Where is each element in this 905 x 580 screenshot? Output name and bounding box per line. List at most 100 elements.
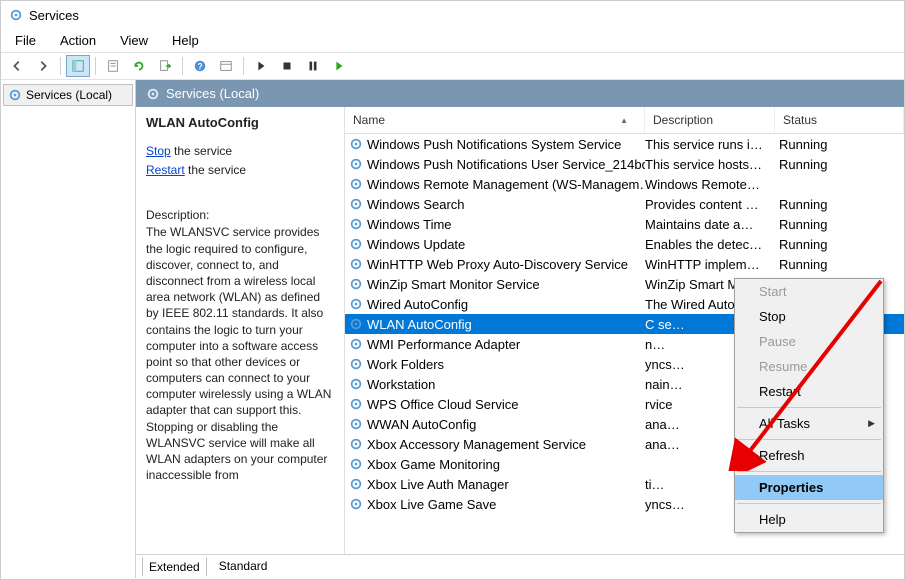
service-desc-cell: Windows Remote… [645,177,775,192]
service-name-cell: Xbox Live Game Save [345,497,645,512]
ctx-all-tasks[interactable]: All Tasks ▶ [735,411,883,436]
service-status-cell: Running [775,197,904,212]
services-icon [146,87,160,101]
window-title: Services [29,8,79,23]
start-service-button[interactable] [249,55,273,77]
service-name-cell: WLAN AutoConfig [345,317,645,332]
menu-help[interactable]: Help [162,31,209,50]
content-header-label: Services (Local) [166,86,259,101]
forward-button[interactable] [31,55,55,77]
service-name: WMI Performance Adapter [367,337,520,352]
tab-extended[interactable]: Extended [142,557,207,576]
menu-action[interactable]: Action [50,31,106,50]
main-area: Services (Local) Services (Local) WLAN A… [1,80,904,578]
service-desc-cell: Provides content … [645,197,775,212]
back-button[interactable] [5,55,29,77]
service-name-cell: WinZip Smart Monitor Service [345,277,645,292]
gear-icon [349,217,363,231]
refresh-button[interactable] [127,55,151,77]
ctx-start[interactable]: Start [735,279,883,304]
export-button[interactable] [153,55,177,77]
gear-icon [349,377,363,391]
service-name: Windows Remote Management (WS-Managem… [367,177,645,192]
service-row[interactable]: Windows Push Notifications System Servic… [345,134,904,154]
service-name-cell: Xbox Game Monitoring [345,457,645,472]
ctx-help[interactable]: Help [735,507,883,532]
service-name-cell: WPS Office Cloud Service [345,397,645,412]
list-view-button[interactable] [214,55,238,77]
service-name: Windows Push Notifications User Service_… [367,157,645,172]
service-name-cell: Windows Push Notifications User Service_… [345,157,645,172]
service-name: WWAN AutoConfig [367,417,476,432]
service-name: WinZip Smart Monitor Service [367,277,540,292]
ctx-sep [737,503,881,504]
titlebar: Services [1,1,904,29]
service-name: Wired AutoConfig [367,297,468,312]
service-name: Xbox Accessory Management Service [367,437,586,452]
service-status-cell: Running [775,217,904,232]
service-row[interactable]: Windows Push Notifications User Service_… [345,154,904,174]
menubar: File Action View Help [1,29,904,52]
service-row[interactable]: Windows UpdateEnables the detec…Running [345,234,904,254]
service-name-cell: Windows Time [345,217,645,232]
ctx-properties[interactable]: Properties [735,475,883,500]
gear-icon [349,477,363,491]
tree-item-services-local[interactable]: Services (Local) [3,84,133,106]
service-name: Windows Time [367,217,452,232]
gear-icon [349,237,363,251]
gear-icon [349,177,363,191]
service-row[interactable]: Windows TimeMaintains date a…Running [345,214,904,234]
service-name: WLAN AutoConfig [367,317,472,332]
service-name-cell: Xbox Live Auth Manager [345,477,645,492]
service-action-links: Stop the service Restart the service [146,142,334,180]
service-name-cell: WMI Performance Adapter [345,337,645,352]
service-status-cell: Running [775,137,904,152]
sort-indicator-icon: ▲ [620,116,628,125]
ctx-refresh[interactable]: Refresh [735,443,883,468]
ctx-restart[interactable]: Restart [735,379,883,404]
service-row[interactable]: Windows Remote Management (WS-Managem…Wi… [345,174,904,194]
service-name: Workstation [367,377,435,392]
gear-icon [349,297,363,311]
service-status-cell: Running [775,237,904,252]
restart-suffix: the service [185,163,246,177]
ctx-stop[interactable]: Stop [735,304,883,329]
gear-icon [349,457,363,471]
properties-button[interactable] [101,55,125,77]
pause-service-button[interactable] [301,55,325,77]
context-menu: Start Stop Pause Resume Restart All Task… [734,278,884,533]
menu-file[interactable]: File [5,31,46,50]
restart-service-link[interactable]: Restart [146,163,185,177]
gear-icon [349,497,363,511]
ctx-resume[interactable]: Resume [735,354,883,379]
gear-icon [349,277,363,291]
service-row[interactable]: WinHTTP Web Proxy Auto-Discovery Service… [345,254,904,274]
gear-icon [349,197,363,211]
service-desc-cell: Enables the detec… [645,237,775,252]
gear-icon [349,337,363,351]
column-name[interactable]: Name ▲ [345,107,645,133]
stop-suffix: the service [171,144,232,158]
column-description[interactable]: Description [645,107,775,133]
menu-view[interactable]: View [110,31,158,50]
show-tree-button[interactable] [66,55,90,77]
column-status[interactable]: Status [775,107,904,133]
service-name: Work Folders [367,357,444,372]
content-header: Services (Local) [136,80,904,107]
stop-service-button[interactable] [275,55,299,77]
toolbar-sep [95,57,96,75]
ctx-pause[interactable]: Pause [735,329,883,354]
service-name-cell: WWAN AutoConfig [345,417,645,432]
stop-service-link[interactable]: Stop [146,144,171,158]
gear-icon [349,317,363,331]
service-status-cell: Running [775,257,904,272]
service-name: Windows Search [367,197,465,212]
tab-standard[interactable]: Standard [213,557,274,576]
service-name-cell: WinHTTP Web Proxy Auto-Discovery Service [345,257,645,272]
ctx-sep [737,407,881,408]
gear-icon [349,397,363,411]
restart-service-button[interactable] [327,55,351,77]
service-row[interactable]: Windows Search Provides content …Running [345,194,904,214]
help-button[interactable]: ? [188,55,212,77]
description-label: Description: [146,208,334,222]
